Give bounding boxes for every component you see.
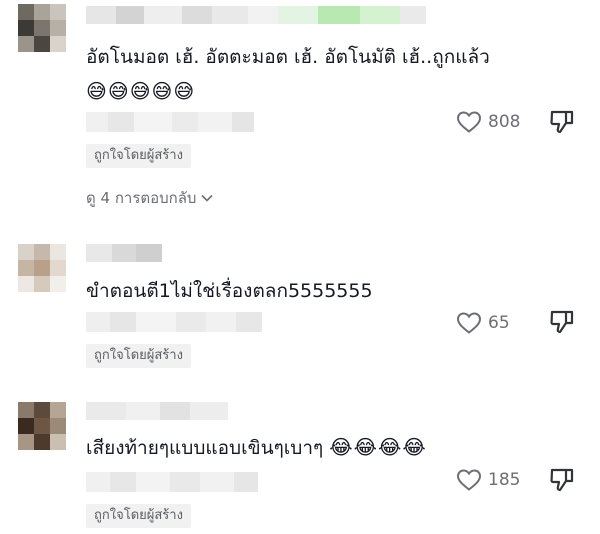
heart-icon — [456, 111, 482, 133]
like-button[interactable]: 808 — [456, 110, 520, 134]
view-replies-label: ดู 4 การตอบกลับ — [86, 189, 197, 207]
heart-icon — [456, 312, 482, 334]
thumbs-down-icon[interactable] — [548, 108, 576, 136]
avatar[interactable] — [18, 4, 66, 52]
avatar[interactable] — [18, 402, 66, 450]
thumbs-down-icon[interactable] — [548, 308, 576, 336]
comment-date-redacted — [86, 472, 258, 492]
username-redacted[interactable] — [86, 6, 426, 24]
comment-date-redacted — [86, 112, 254, 132]
comment-text-body: เสียงท้ายๆแบบแอบเขินๆเบาๆ — [86, 437, 324, 459]
liked-by-creator-badge: ถูกใจโดยผู้สร้าง — [86, 144, 191, 168]
comment-emojis: 😅😅😅😅😅 — [86, 79, 196, 103]
liked-by-creator-badge: ถูกใจโดยผู้สร้าง — [86, 504, 191, 528]
like-count: 185 — [488, 470, 521, 490]
heart-icon — [456, 469, 482, 491]
avatar[interactable] — [18, 244, 66, 292]
liked-by-creator-badge: ถูกใจโดยผู้สร้าง — [86, 344, 191, 368]
comment-date-redacted — [86, 312, 262, 332]
username-redacted[interactable] — [86, 244, 162, 262]
username-redacted[interactable] — [86, 402, 228, 420]
comment-emojis: 😂😂😂😂 — [329, 435, 427, 459]
thumbs-down-icon[interactable] — [548, 466, 576, 494]
like-count: 808 — [488, 112, 521, 132]
view-replies-button[interactable]: ดู 4 การตอบกลับ — [86, 186, 214, 210]
like-count: 65 — [488, 313, 510, 333]
chevron-down-icon — [201, 194, 214, 202]
comment-text: อัตโนมอต เฮ้. อัตตะมอต เฮ้. อัตโนมัติ เฮ… — [86, 42, 490, 72]
comment-text: ขำตอนตี1ไม่ใช่เรื่องตลก5555555 — [86, 280, 373, 302]
like-button[interactable]: 65 — [456, 311, 510, 335]
comment-text-body: อัตโนมอต เฮ้. อัตตะมอต เฮ้. อัตโนมัติ เฮ… — [86, 46, 490, 68]
comment-text: เสียงท้ายๆแบบแอบเขินๆเบาๆ 😂😂😂😂 — [86, 432, 427, 463]
like-button[interactable]: 185 — [456, 468, 520, 492]
